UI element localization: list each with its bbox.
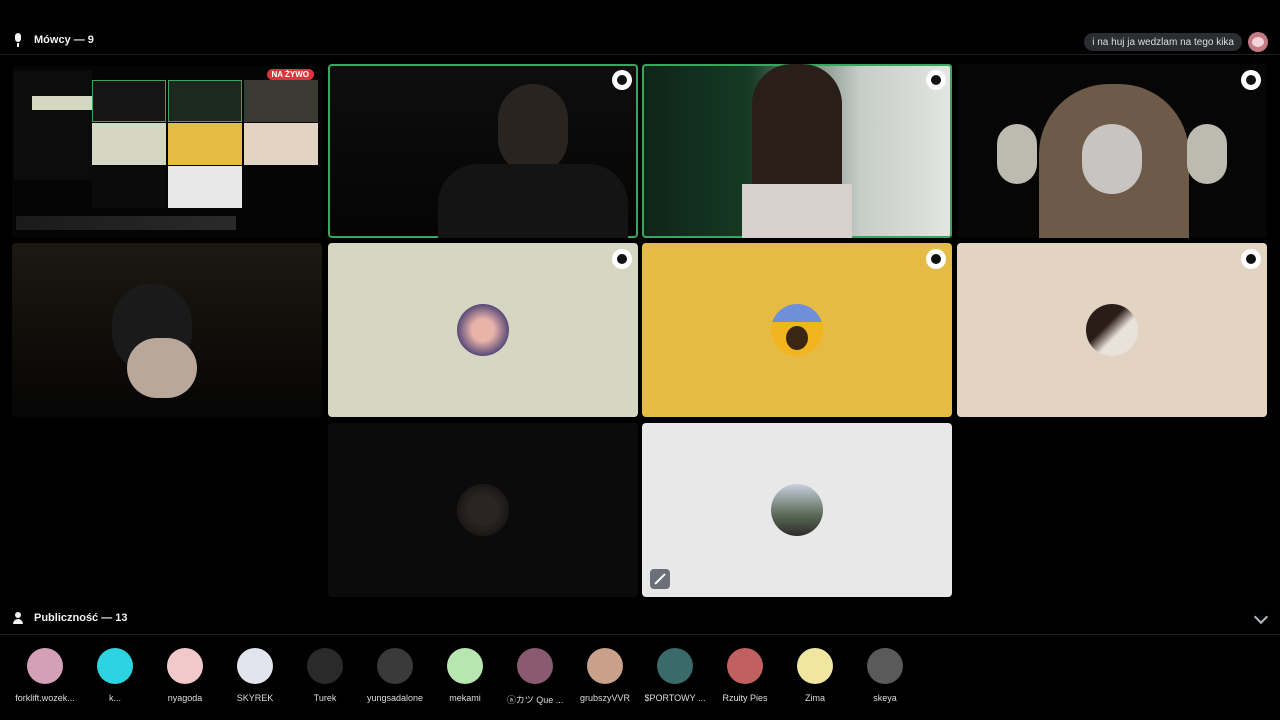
screen-share-tile[interactable]: NA ŻYWO: [12, 66, 322, 238]
audience-section-header: Publiczność — 13: [12, 609, 128, 627]
audience-avatar: [657, 648, 693, 684]
share-mini-tile: [244, 123, 318, 165]
audience-avatar: [27, 648, 63, 684]
audience-member-name: forklift.wozek...: [15, 693, 75, 703]
speakers-section-header: Mówcy — 9: [12, 31, 94, 49]
video-hand: [1187, 124, 1227, 184]
header-divider: [0, 54, 1280, 55]
audience-member[interactable]: $PORTOWY ...: [640, 648, 710, 703]
audience-avatar: [447, 648, 483, 684]
people-icon: [12, 612, 24, 624]
speaker-tile-avatar[interactable]: [328, 243, 638, 417]
speaker-tile-video[interactable]: [642, 64, 952, 238]
video-face: [127, 338, 197, 398]
speaker-avatar: [771, 484, 823, 536]
audience-member[interactable]: skeya: [850, 648, 920, 703]
share-mini-tile: [92, 123, 166, 165]
audience-avatar: [587, 648, 623, 684]
muted-mic-icon: [650, 569, 670, 589]
audience-member-name: Zima: [805, 693, 825, 703]
speaker-tile-video[interactable]: [957, 64, 1267, 238]
audience-member[interactable]: nyagoda: [150, 648, 220, 703]
audience-member-name: ⓐカツ Que ...: [506, 695, 564, 705]
share-mini-tile: [92, 166, 166, 208]
audience-member-name: k...: [108, 693, 121, 703]
video-body: [438, 164, 628, 238]
speaker-tile-avatar[interactable]: [642, 243, 952, 417]
microphone-icon: [12, 33, 24, 47]
audience-member-name: yungsadalone: [366, 693, 424, 703]
share-mini-tile: [244, 80, 318, 122]
audience-member[interactable]: Zima: [780, 648, 850, 703]
audience-avatar: [517, 648, 553, 684]
audience-member[interactable]: yungsadalone: [360, 648, 430, 703]
video-hand: [997, 124, 1037, 184]
speaker-tile-avatar[interactable]: [328, 423, 638, 597]
status-avatar[interactable]: [1248, 32, 1268, 52]
audience-avatar: [727, 648, 763, 684]
status-bubble: i na huj ja wedzlam na tego kika: [1084, 33, 1242, 51]
audience-member-name: $PORTOWY ...: [644, 693, 706, 703]
audience-avatar: [237, 648, 273, 684]
audience-member-name: grubszyVVR: [579, 693, 631, 703]
share-left-panel: [14, 70, 92, 180]
audience-member[interactable]: k...: [80, 648, 150, 703]
audience-divider: [0, 634, 1280, 635]
chevron-down-icon[interactable]: [1253, 609, 1269, 625]
audience-member-name: Turek: [313, 693, 337, 703]
audience-member[interactable]: Turek: [290, 648, 360, 703]
share-audience-strip: [16, 216, 236, 230]
speaker-tile-avatar[interactable]: [957, 243, 1267, 417]
audience-member-name: mekami: [449, 693, 481, 703]
share-mini-tile: [92, 80, 166, 122]
audience-member[interactable]: ⓐカツ Que ...: [500, 648, 570, 706]
share-mini-tile: [168, 80, 242, 122]
audience-member-name: nyagoda: [167, 693, 203, 703]
audience-list: forklift.wozek... k... nyagoda SKYREK Turek y…: [10, 648, 920, 708]
share-mini-tile: [168, 123, 242, 165]
audience-member[interactable]: grubszyVVR: [570, 648, 640, 703]
speaker-tile-avatar[interactable]: [642, 423, 952, 597]
moderator-shield-icon: [1241, 70, 1261, 90]
audience-member-name: skeya: [873, 693, 897, 703]
speaker-avatar: [457, 304, 509, 356]
audience-avatar: [377, 648, 413, 684]
audience-member-name: Rzuity Pies: [722, 693, 768, 703]
moderator-shield-icon: [612, 70, 632, 90]
speaker-avatar: [1086, 304, 1138, 356]
live-badge: NA ŻYWO: [266, 69, 314, 80]
moderator-shield-icon: [926, 249, 946, 269]
share-mini-tile: [168, 166, 242, 208]
speaker-avatar: [457, 484, 509, 536]
audience-avatar: [307, 648, 343, 684]
moderator-shield-icon: [926, 70, 946, 90]
audience-avatar: [867, 648, 903, 684]
audience-member[interactable]: mekami: [430, 648, 500, 703]
audience-member[interactable]: forklift.wozek...: [10, 648, 80, 703]
speaker-tile-video[interactable]: [328, 64, 638, 238]
speakers-count-label: Mówcy — 9: [34, 34, 94, 46]
moderator-shield-icon: [612, 249, 632, 269]
speaker-tile-video[interactable]: [12, 243, 322, 417]
video-body: [742, 184, 852, 238]
moderator-shield-icon: [1241, 249, 1261, 269]
audience-member-name: SKYREK: [236, 693, 274, 703]
video-face: [1082, 124, 1142, 194]
video-person: [498, 84, 568, 174]
audience-member[interactable]: SKYREK: [220, 648, 290, 703]
audience-member[interactable]: Rzuity Pies: [710, 648, 780, 703]
audience-avatar: [167, 648, 203, 684]
audience-count-label: Publiczność — 13: [34, 612, 128, 624]
screaming-emoji-avatar: [771, 304, 823, 356]
audience-avatar: [97, 648, 133, 684]
audience-avatar: [797, 648, 833, 684]
